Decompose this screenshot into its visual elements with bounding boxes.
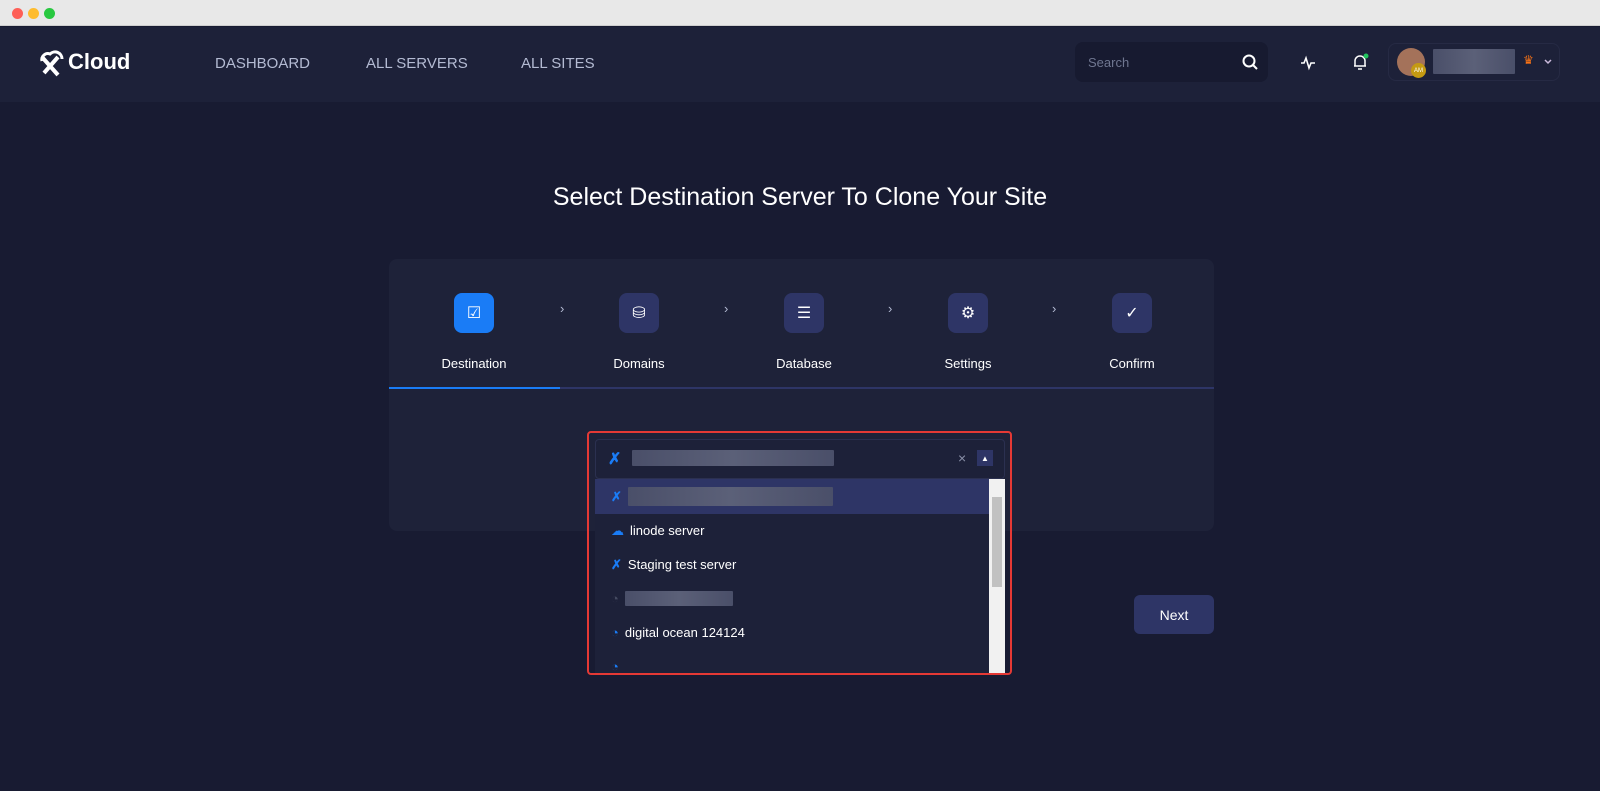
check-circle-icon: ✓: [1112, 293, 1152, 333]
list-item[interactable]: ◔: [595, 581, 993, 616]
search-placeholder: Search: [1088, 55, 1130, 70]
nav-all-sites[interactable]: ALL SITES: [521, 55, 595, 72]
active-step-indicator: [389, 387, 560, 389]
user-menu[interactable]: AM ♛: [1388, 43, 1560, 81]
option-label: Staging test server: [627, 557, 737, 572]
digitalocean-icon: ◔: [611, 659, 619, 673]
database-icon: ☰: [784, 293, 824, 333]
step-label: Settings: [944, 356, 992, 371]
scrollbar[interactable]: [989, 479, 1005, 673]
crown-icon: ♛: [1523, 53, 1534, 67]
step-confirm[interactable]: ✓ Confirm: [1047, 293, 1217, 371]
option-label: digital ocean 124124: [624, 625, 745, 640]
maximize-window-button[interactable]: [44, 8, 55, 19]
destination-server-dropdown[interactable]: ✗ × ▲ ✗ ☁ linode server ✗ Staging test ser…: [587, 431, 1012, 675]
minimize-window-button[interactable]: [28, 8, 39, 19]
list-item[interactable]: ✗ Staging test server: [595, 547, 993, 582]
close-window-button[interactable]: [12, 8, 23, 19]
list-item[interactable]: ☁ linode server: [595, 513, 993, 548]
step-label: Destination: [441, 356, 507, 371]
server-options-list: ✗ ☁ linode server ✗ Staging test server ◔ …: [595, 479, 1005, 673]
xcloud-server-icon: ✗: [611, 556, 622, 572]
window-titlebar: [0, 0, 1600, 26]
page-title: Select Destination Server To Clone Your …: [552, 183, 1048, 211]
destination-icon: ☑: [454, 293, 494, 333]
redacted-server-name: [624, 591, 733, 606]
search-input[interactable]: Search: [1075, 42, 1268, 82]
list-item[interactable]: ◔ digital ocean 124124: [595, 615, 993, 650]
search-icon[interactable]: [1242, 54, 1258, 70]
gear-icon: ⚙: [948, 293, 988, 333]
digitalocean-icon: ◔: [611, 591, 619, 606]
list-item[interactable]: ✗: [595, 479, 993, 514]
domains-icon: ⛁: [619, 293, 659, 333]
activity-icon[interactable]: [1300, 55, 1316, 71]
nav-all-servers[interactable]: ALL SERVERS: [366, 55, 468, 72]
step-label: Database: [776, 356, 832, 371]
logo-text: Cloud: [68, 49, 131, 74]
chevron-down-icon[interactable]: [1543, 58, 1553, 66]
top-header: Cloud DASHBOARD ALL SERVERS ALL SITES Se…: [0, 27, 1600, 102]
nav-dashboard[interactable]: DASHBOARD: [215, 55, 310, 72]
redacted-server-name: [627, 487, 833, 506]
step-progress-line: [389, 387, 1214, 389]
step-destination[interactable]: ☑ Destination: [389, 293, 559, 371]
notification-bell-icon[interactable]: [1351, 53, 1369, 71]
redacted-server-name: [632, 450, 834, 466]
next-button[interactable]: Next: [1134, 595, 1214, 634]
selected-server[interactable]: ✗ × ▲: [595, 439, 1005, 479]
step-domains[interactable]: ⛁ Domains: [554, 293, 724, 371]
linode-cloud-icon: ☁: [611, 522, 624, 538]
step-label: Domains: [613, 356, 665, 371]
list-item[interactable]: ◔: [595, 649, 993, 673]
clear-icon[interactable]: ×: [958, 450, 966, 466]
step-settings[interactable]: ⚙ Settings: [883, 293, 1053, 371]
scrollbar-thumb[interactable]: [992, 497, 1002, 587]
xcloud-logo-icon: [40, 50, 64, 77]
app-logo[interactable]: Cloud: [36, 47, 130, 77]
user-initials-badge: AM: [1411, 63, 1426, 78]
collapse-arrow-icon[interactable]: ▲: [977, 450, 993, 466]
digitalocean-icon: ◔: [611, 625, 619, 640]
option-label: linode server: [630, 523, 705, 538]
xcloud-server-icon: ✗: [611, 488, 622, 504]
step-label: Confirm: [1109, 356, 1155, 371]
step-database[interactable]: ☰ Database: [719, 293, 889, 371]
redacted-username: [1433, 49, 1515, 74]
xcloud-server-icon: ✗: [608, 451, 622, 468]
